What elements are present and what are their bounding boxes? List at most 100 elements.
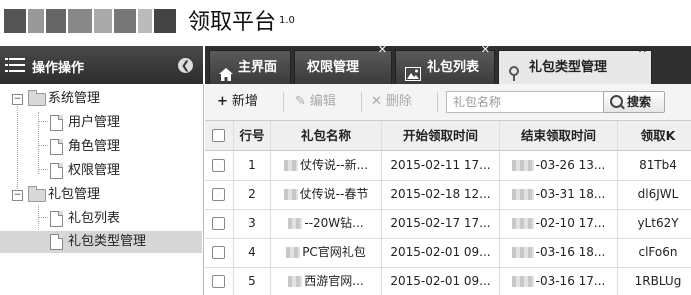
file-icon [50, 211, 63, 227]
cell-name: --20W钻... [304, 216, 364, 230]
tab-gift-list[interactable]: 礼包列表 ✕ [395, 43, 495, 85]
cell-start: 2015-02-11 17... [382, 151, 500, 180]
tab-label: 礼包列表 [427, 60, 480, 75]
cell-name: 仗传说--春节 [299, 187, 369, 201]
add-label: 新增 [231, 94, 258, 109]
table-row[interactable]: 5 西游官网... 2015-02-01 09... -03-16 17... … [205, 267, 691, 295]
col-header-start[interactable]: 开始领取时间 [382, 121, 500, 150]
cell-no: 2 [234, 180, 271, 209]
collapse-toggle-icon[interactable]: − [12, 190, 23, 201]
table-row[interactable]: 4 PC官网礼包 2015-02-01 09... -03-16 18... c… [205, 238, 691, 268]
file-icon [50, 139, 63, 155]
tree-item-user-mgmt[interactable]: 用户管理 [0, 112, 202, 134]
collapse-panel-button[interactable]: ❮ [178, 58, 193, 73]
cell-key: yLt62Y [637, 216, 679, 230]
search-button[interactable]: 搜索 [603, 91, 665, 113]
cell-key: clFo6n [638, 245, 678, 259]
tab-label: 权限管理 [307, 60, 360, 75]
tree-item-label: 礼包类型管理 [68, 234, 147, 249]
tree-item-label: 礼包管理 [48, 187, 101, 202]
tree-item-label: 系统管理 [48, 91, 101, 106]
toolbar: + 新增 ✎ 编辑 ✕ 删除 礼包名称 搜索 [205, 84, 691, 121]
tree-item-label: 用户管理 [68, 115, 121, 130]
delete-label: 删除 [385, 94, 412, 109]
tab-label: 主界面 [238, 60, 278, 75]
close-icon[interactable]: ✕ [638, 40, 647, 60]
table-row[interactable]: 1 仗传说--新... 2015-02-11 17... -03-26 13..… [205, 151, 691, 181]
nav-panel-title: 操作操作 [32, 61, 85, 76]
tab-home[interactable]: 主界面 [209, 50, 291, 85]
table-row[interactable]: 2 仗传说--春节 2015-02-18 12... -03-31 18... … [205, 180, 691, 210]
cell-no: 5 [234, 267, 271, 295]
col-header-key[interactable]: 领取K [618, 121, 691, 150]
row-checkbox[interactable] [212, 246, 225, 259]
gift-type-grid: 行号 礼包名称 开始领取时间 结束领取时间 领取K 1 仗传说--新... 20… [205, 121, 691, 295]
cell-end: -03-26 13... [535, 158, 606, 172]
close-icon[interactable]: ✕ [481, 40, 490, 60]
cell-end: -03-16 18... [535, 245, 606, 259]
nav-panel-header: 操作操作 ❮ [0, 46, 203, 84]
cell-start: 2015-02-18 12... [382, 180, 500, 209]
table-row[interactable]: 3 --20W钻... 2015-02-17 17... -02-10 17..… [205, 209, 691, 239]
select-all-checkbox[interactable] [212, 129, 225, 142]
gift-name-search-input[interactable]: 礼包名称 [446, 91, 610, 113]
cell-key: 1RBLUg [634, 274, 682, 288]
cell-end: -03-31 18... [535, 187, 606, 201]
tab-permission[interactable]: 权限管理 ✕ [294, 43, 392, 85]
file-icon [50, 163, 63, 179]
edit-label: 编辑 [309, 94, 336, 109]
redacted-title-prefix [4, 6, 184, 36]
folder-icon [28, 90, 46, 106]
cell-end: -02-10 17... [535, 216, 606, 230]
folder-icon [28, 186, 46, 202]
tree-item-gift-list[interactable]: 礼包列表 [0, 208, 202, 230]
menu-list-icon [9, 58, 25, 72]
plus-icon: + [217, 94, 228, 109]
tree-item-gift-type-mgmt[interactable]: 礼包类型管理 [0, 231, 202, 253]
search-icon [610, 95, 623, 108]
tab-label: 礼包类型管理 [529, 60, 608, 75]
tree-item-label: 礼包列表 [68, 211, 121, 226]
tree-item-gift-mgmt[interactable]: − 礼包管理 [0, 184, 202, 206]
cell-start: 2015-02-01 09... [382, 238, 500, 267]
col-header-no[interactable]: 行号 [234, 121, 271, 150]
app-version: 1.0 [279, 15, 295, 26]
cell-end: -03-16 17... [535, 274, 606, 288]
col-header-end[interactable]: 结束领取时间 [500, 121, 618, 150]
file-icon [50, 115, 63, 131]
add-button[interactable]: + 新增 [213, 91, 262, 113]
cell-name: 仗传说--新... [299, 158, 369, 172]
cell-no: 3 [234, 209, 271, 238]
app-title-text: 领取平台 [188, 10, 277, 35]
app-header: 领取平台 1.0 [0, 0, 691, 44]
cell-name: PC官网礼包 [302, 245, 366, 259]
col-header-name[interactable]: 礼包名称 [271, 121, 382, 150]
search-label: 搜索 [627, 95, 652, 109]
edit-icon: ✎ [295, 94, 306, 109]
cell-no: 1 [234, 151, 271, 180]
tree-item-label: 权限管理 [68, 163, 121, 178]
cell-name: 西游官网... [304, 274, 364, 288]
tab-gift-type[interactable]: 礼包类型管理 ✕ [498, 43, 652, 85]
tree-item-role-mgmt[interactable]: 角色管理 [0, 136, 202, 158]
row-checkbox[interactable] [212, 159, 225, 172]
file-icon [50, 234, 63, 250]
row-checkbox[interactable] [212, 188, 225, 201]
tree-item-label: 角色管理 [68, 139, 121, 154]
tab-bar: 主界面 权限管理 ✕ 礼包列表 ✕ 礼包类型管理 ✕ [205, 43, 691, 85]
tree-item-permission-mgmt[interactable]: 权限管理 [0, 160, 202, 182]
cell-key: dl6JWL [637, 187, 679, 201]
cell-start: 2015-02-01 09... [382, 267, 500, 295]
app-title: 领取平台 1.0 [188, 6, 295, 38]
row-checkbox[interactable] [212, 217, 225, 230]
cell-no: 4 [234, 238, 271, 267]
collapse-toggle-icon[interactable]: − [12, 94, 23, 105]
edit-button[interactable]: ✎ 编辑 [291, 91, 340, 113]
tree-item-system[interactable]: − 系统管理 [0, 88, 202, 110]
delete-button[interactable]: ✕ 删除 [367, 91, 416, 113]
row-checkbox[interactable] [212, 275, 225, 288]
cell-key: 81Tb4 [639, 158, 677, 172]
close-icon[interactable]: ✕ [378, 40, 387, 60]
delete-icon: ✕ [371, 94, 382, 109]
grid-header-row: 行号 礼包名称 开始领取时间 结束领取时间 领取K [205, 121, 691, 151]
